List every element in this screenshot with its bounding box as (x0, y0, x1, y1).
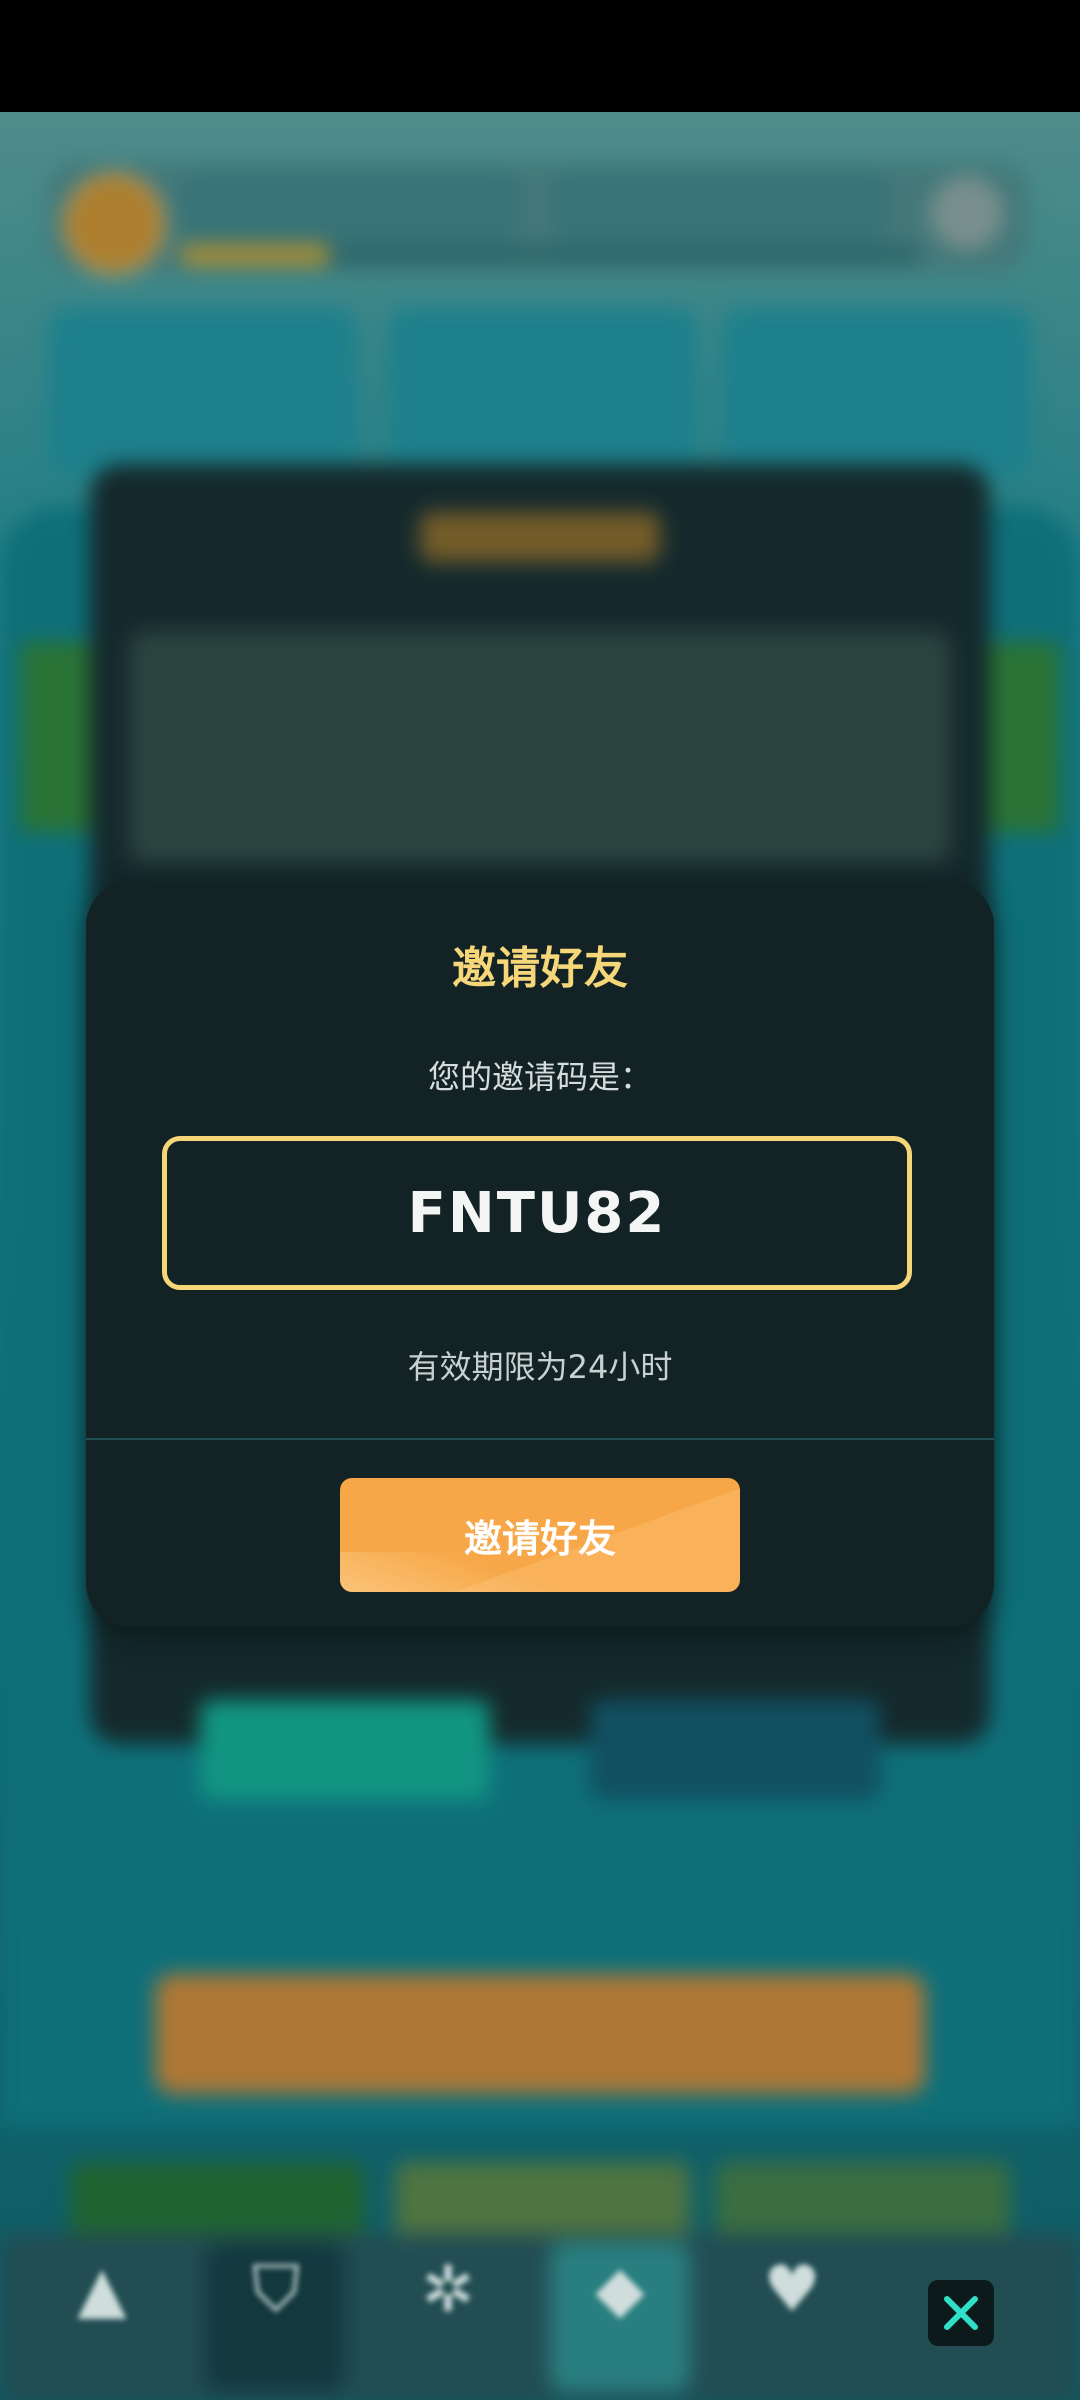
invite-code: FNTU82 (407, 1180, 667, 1246)
status-bar (0, 0, 1080, 112)
diamond-icon: ◆ (595, 2253, 645, 2327)
invite-friend-modal: 邀请好友 您的邀请码是： FNTU82 有效期限为24小时 邀请好友 (86, 882, 994, 1627)
close-icon (944, 2296, 978, 2330)
shield-icon: ⛉ (252, 2253, 300, 2327)
invite-friend-button-label: 邀请好友 (463, 1516, 616, 1561)
invite-code-label: 您的邀请码是： (427, 1058, 652, 1096)
modal-title: 邀请好友 (452, 943, 628, 994)
invite-code-box[interactable]: FNTU82 (162, 1136, 912, 1290)
invite-friend-button[interactable]: 邀请好友 (340, 1478, 740, 1592)
validity-note: 有效期限为24小时 (407, 1348, 673, 1386)
close-button[interactable] (928, 2280, 994, 2346)
screen: ▲ ⛉ ✲ ◆ ♥ 邀请好友 您的邀请码是： FNTU82 有效期限为24小时 … (0, 0, 1080, 2400)
modal-divider (86, 1438, 994, 1440)
heart-icon: ♥ (763, 2253, 821, 2327)
warning-icon: ▲ (77, 2253, 127, 2327)
settings-icon: ✲ (421, 2253, 475, 2327)
